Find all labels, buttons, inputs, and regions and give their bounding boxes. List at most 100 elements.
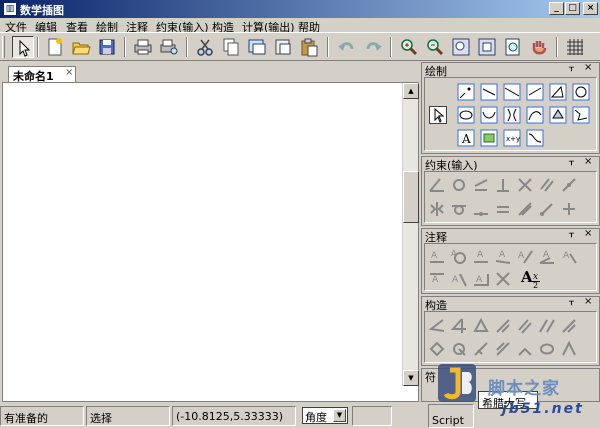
constraint-circle-icon[interactable] xyxy=(450,176,468,194)
construct-extend-icon[interactable] xyxy=(472,340,490,358)
minimize-button[interactable]: _ xyxy=(549,2,564,15)
construct-translate-icon[interactable] xyxy=(516,340,534,358)
construct-rotate-icon[interactable] xyxy=(560,317,578,335)
undo-icon[interactable] xyxy=(336,36,358,58)
label-triangle-icon[interactable]: A xyxy=(560,248,578,266)
label-angle-icon[interactable]: A xyxy=(538,248,556,266)
construct-perpendicular-icon[interactable] xyxy=(450,317,468,335)
constraint-fixed-icon[interactable] xyxy=(538,200,556,218)
pan-hand-icon[interactable] xyxy=(528,36,550,58)
new-doc-icon[interactable] xyxy=(44,36,66,58)
hyperbola-tool-icon[interactable] xyxy=(503,106,521,124)
pin-icon[interactable]: ᚁ xyxy=(569,62,574,73)
text-tool-icon[interactable]: A xyxy=(457,129,475,147)
watermark-brand: 脚本之家 xyxy=(488,379,560,399)
label-arc-icon[interactable]: A xyxy=(450,270,468,288)
vertical-scrollbar[interactable]: ▲ ▼ xyxy=(402,83,419,386)
arc-tool-icon[interactable] xyxy=(480,106,498,124)
print-icon[interactable] xyxy=(132,36,154,58)
construct-midline-icon[interactable] xyxy=(494,317,512,335)
label-line-icon[interactable]: A xyxy=(516,248,534,266)
panel-header: 约束(输入) ᚁ × xyxy=(422,156,599,172)
zoom-fit-icon[interactable] xyxy=(450,36,472,58)
constraint-tangent-icon[interactable] xyxy=(450,200,468,218)
constraint-midpoint-icon[interactable] xyxy=(560,176,578,194)
formula-tool-icon[interactable]: x+y xyxy=(503,129,521,147)
zoom-window-icon[interactable] xyxy=(476,36,498,58)
constraint-angle-icon[interactable] xyxy=(428,176,446,194)
constraint-symmetric-icon[interactable] xyxy=(428,200,446,218)
panel-close-icon[interactable]: × xyxy=(584,156,592,167)
ellipse-tool-icon[interactable] xyxy=(457,106,475,124)
construct-arc-icon[interactable] xyxy=(560,340,578,358)
copy-icon[interactable] xyxy=(220,36,242,58)
tab-close-icon[interactable]: × xyxy=(65,67,73,78)
label-segment-icon[interactable]: A xyxy=(472,248,490,266)
constraint-intersect-icon[interactable] xyxy=(516,176,534,194)
constraint-coincident-icon[interactable] xyxy=(560,200,578,218)
construct-scale-icon[interactable] xyxy=(538,340,556,358)
paste-special-icon[interactable] xyxy=(272,36,294,58)
select-arrow-icon[interactable] xyxy=(12,36,34,58)
construct-locus-icon[interactable] xyxy=(494,340,512,358)
label-circle-icon[interactable]: A xyxy=(450,248,468,266)
print-preview-icon[interactable] xyxy=(158,36,180,58)
polygon-tool-icon[interactable] xyxy=(549,106,567,124)
chevron-down-icon[interactable]: ▼ xyxy=(333,409,346,422)
maximize-button[interactable]: □ xyxy=(565,2,580,15)
circle-tool-icon[interactable] xyxy=(572,83,590,101)
grid-icon[interactable] xyxy=(564,36,586,58)
toolbar-grip[interactable] xyxy=(2,36,5,58)
construct-angle-bisector-icon[interactable] xyxy=(428,317,446,335)
constraint-length-icon[interactable] xyxy=(472,176,490,194)
paste-icon[interactable] xyxy=(298,36,320,58)
label-vector-icon[interactable]: A xyxy=(428,270,446,288)
triangle-tool-icon[interactable] xyxy=(549,83,567,101)
image-tool-icon[interactable] xyxy=(480,129,498,147)
label-intersection-icon[interactable] xyxy=(494,270,512,288)
construct-parallel-icon[interactable] xyxy=(516,317,534,335)
freehand-tool-icon[interactable] xyxy=(572,106,590,124)
zoom-page-icon[interactable] xyxy=(502,36,524,58)
point-tool-icon[interactable] xyxy=(457,83,475,101)
copy-image-icon[interactable] xyxy=(246,36,268,58)
label-polygon-icon[interactable]: A xyxy=(472,270,490,288)
label-length-icon[interactable]: A xyxy=(494,248,512,266)
label-point-icon[interactable]: A xyxy=(428,248,446,266)
drawing-canvas[interactable]: ▲ ▼ xyxy=(2,82,419,402)
open-folder-icon[interactable] xyxy=(70,36,92,58)
scroll-thumb[interactable] xyxy=(403,171,419,223)
constraint-ratio-icon[interactable] xyxy=(516,200,534,218)
construct-reflect-icon[interactable] xyxy=(538,317,556,335)
zoom-out-icon[interactable] xyxy=(424,36,446,58)
constraint-perpendicular-icon[interactable] xyxy=(494,176,512,194)
curve-tool-icon[interactable] xyxy=(526,106,544,124)
pin-icon[interactable]: ᚁ xyxy=(569,296,574,307)
pin-icon[interactable]: ᚁ xyxy=(569,228,574,239)
unit-select[interactable]: 角度 ▼ xyxy=(302,407,348,424)
cut-icon[interactable] xyxy=(194,36,216,58)
ray-tool-icon[interactable] xyxy=(526,83,544,101)
constraint-on-line-icon[interactable] xyxy=(472,200,490,218)
constraint-parallel-icon[interactable] xyxy=(538,176,556,194)
formula-text-icon[interactable]: A x 2 xyxy=(519,268,549,290)
pin-icon[interactable]: ᚁ xyxy=(569,156,574,167)
save-icon[interactable] xyxy=(96,36,118,58)
scroll-up-icon[interactable]: ▲ xyxy=(403,83,419,99)
function-curve-tool-icon[interactable] xyxy=(526,129,544,147)
tab-untitled-1[interactable]: 未命名1 × xyxy=(8,66,76,83)
panel-close-icon[interactable]: × xyxy=(584,296,592,307)
construct-circle-center-icon[interactable] xyxy=(450,340,468,358)
line-tool-icon[interactable] xyxy=(503,83,521,101)
close-button[interactable]: × xyxy=(583,2,598,15)
constraint-equal-icon[interactable] xyxy=(494,200,512,218)
pointer-tool-icon[interactable] xyxy=(429,106,447,124)
scroll-down-icon[interactable]: ▼ xyxy=(403,370,419,386)
redo-icon[interactable] xyxy=(362,36,384,58)
construct-altitude-icon[interactable] xyxy=(472,317,490,335)
panel-close-icon[interactable]: × xyxy=(584,62,592,73)
segment-tool-icon[interactable] xyxy=(480,83,498,101)
construct-tangent-icon[interactable] xyxy=(428,340,446,358)
zoom-in-icon[interactable] xyxy=(398,36,420,58)
panel-close-icon[interactable]: × xyxy=(584,228,592,239)
